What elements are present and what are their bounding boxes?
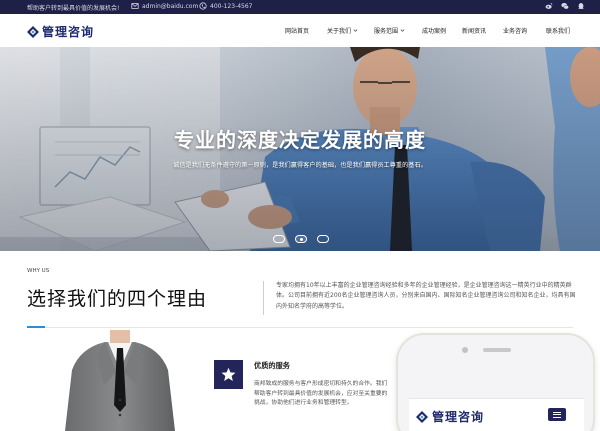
phone-camera (462, 347, 468, 353)
nav-item-label: 新闻资讯 (462, 28, 487, 35)
carousel-dots (273, 235, 329, 243)
mobile-logo-text: 管理咨询 (432, 410, 485, 424)
carousel-dot-active[interactable] (295, 235, 307, 243)
top-phone[interactable]: 400-123-4567 (199, 2, 253, 10)
nav-item-about[interactable]: 关于我们 (327, 26, 358, 35)
section-eyebrow: WHY US (27, 268, 50, 274)
section-divider (263, 281, 264, 315)
section-rule (45, 327, 573, 328)
logo-diamond-icon (27, 25, 39, 38)
nav-item-consult[interactable]: 业务咨询 (503, 26, 527, 35)
section-title: 选择我们的四个理由 (27, 288, 208, 310)
nav-item-label: 关于我们 (327, 28, 352, 35)
top-email-text: admin@baidu.com (142, 2, 199, 10)
nav-item-contact[interactable]: 联系我们 (546, 26, 570, 35)
mail-icon (131, 3, 139, 9)
nav-item-label: 业务咨询 (503, 28, 528, 35)
section-description: 专家均拥有10年以上丰富的企业管理咨询经验和多年的企业管理经验，是企业管理咨询这… (276, 282, 576, 310)
service-text: 商邦致成的服务与客户形成密切和持久的合作。我们帮助客户转到最具价值的发展机会，应… (254, 381, 388, 407)
nav-item-label: 网站首页 (285, 28, 310, 35)
carousel-dot[interactable] (273, 235, 285, 243)
hero-banner: 专业的深度决定发展的高度 诚信是我们无条件遵守的第一原则，是我们赢得客户的基础，… (0, 47, 600, 251)
service-icon-box (214, 360, 243, 389)
phone-speaker (483, 348, 511, 352)
hamburger-line (553, 414, 561, 415)
social-links (545, 2, 585, 10)
wechat-icon[interactable] (561, 2, 569, 10)
section-accent-line (27, 326, 45, 328)
nav-item-label: 服务范围 (374, 28, 399, 35)
hamburger-line (553, 416, 561, 418)
qq-icon[interactable] (577, 2, 585, 10)
top-phone-text: 400-123-4567 (210, 2, 253, 10)
chevron-down-icon (400, 29, 405, 32)
weibo-icon[interactable] (545, 2, 553, 10)
service-title: 优质的服务 (254, 361, 290, 370)
logo-diamond-icon (416, 410, 428, 423)
logo-text: 管理咨询 (42, 25, 95, 39)
hamburger-menu-button[interactable] (548, 408, 566, 421)
top-email[interactable]: admin@baidu.com (131, 2, 198, 10)
nav-item-cases[interactable]: 成功案例 (422, 26, 446, 35)
nav-item-home[interactable]: 网站首页 (285, 26, 309, 35)
nav-item-services[interactable]: 服务范围 (374, 26, 405, 35)
hamburger-line (553, 411, 561, 413)
main-nav: 管理咨询 网站首页 关于我们 服务范围 成功案例 新闻资讯 业务咨询 联系我们 (0, 14, 600, 47)
hero-subtitle: 诚信是我们无条件遵守的第一原则，是我们赢得客户的基础，也是我们赢得员工尊重的基石… (173, 162, 427, 169)
top-bar: 帮助客户转到最具价值的发展机会! admin@baidu.com 400-123… (0, 0, 600, 14)
mobile-logo[interactable]: 管理咨询 (416, 408, 484, 425)
top-slogan: 帮助客户转到最具价值的发展机会! (27, 5, 120, 12)
site-logo[interactable]: 管理咨询 (27, 23, 94, 40)
carousel-dot[interactable] (317, 235, 329, 243)
phone-icon (199, 2, 207, 10)
nav-item-label: 成功案例 (422, 28, 447, 35)
hero-title: 专业的深度决定发展的高度 (174, 128, 426, 152)
star-icon (221, 367, 236, 381)
businessman-image (65, 330, 175, 431)
nav-item-label: 联系我们 (546, 28, 571, 35)
chevron-down-icon (353, 29, 358, 32)
nav-item-news[interactable]: 新闻资讯 (462, 26, 486, 35)
